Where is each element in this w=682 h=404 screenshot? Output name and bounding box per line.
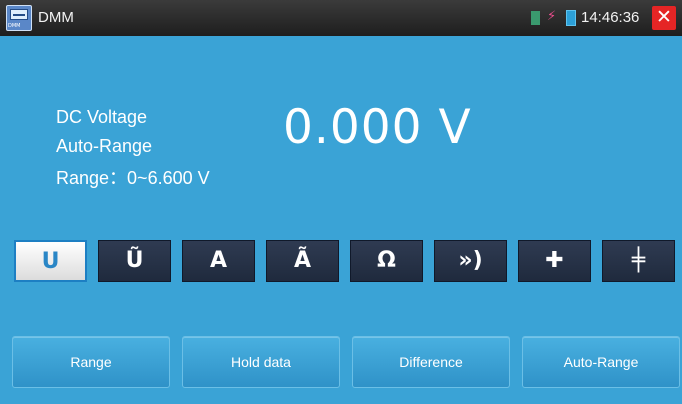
range-button[interactable]: Range	[12, 336, 170, 388]
status-bar: DMM DMM ⚡ 14:46:36 ✕	[0, 0, 682, 36]
auto-range-button[interactable]: Auto-Range	[522, 336, 680, 388]
close-button[interactable]: ✕	[652, 6, 676, 30]
range-mode-label: Auto-Range	[56, 136, 153, 156]
continuity-button[interactable]: »)	[434, 240, 507, 282]
action-button-bar: Range Hold data Difference Auto-Range	[0, 336, 682, 388]
battery-icon	[566, 10, 576, 26]
multimeter-app-icon[interactable]: DMM	[6, 5, 32, 31]
range-label: Range：0~6.600 V	[56, 168, 210, 188]
screen-graphic	[10, 9, 28, 20]
app-title: DMM	[38, 9, 74, 26]
sd-card-icon	[531, 11, 540, 25]
usb-icon: ⚡	[547, 8, 557, 23]
hold-data-button[interactable]: Hold data	[182, 336, 340, 388]
clock: 14:46:36	[581, 9, 640, 26]
ac-voltage-button[interactable]: Ũ	[98, 240, 171, 282]
reading-value: 0.000 V	[283, 100, 472, 155]
dc-voltage-button[interactable]: U	[14, 240, 87, 282]
difference-button[interactable]: Difference	[352, 336, 510, 388]
measurement-mode-label: DC Voltage	[56, 107, 148, 127]
capacitance-button[interactable]: ╪	[602, 240, 675, 282]
app-icon-tag: DMM	[8, 23, 21, 29]
dc-current-button[interactable]: A	[182, 240, 255, 282]
mode-button-bar: U Ũ A Ã Ω ») ✚ ╪	[0, 240, 682, 282]
ac-current-button[interactable]: Ã	[266, 240, 339, 282]
diode-button[interactable]: ✚	[518, 240, 591, 282]
resistance-button[interactable]: Ω	[350, 240, 423, 282]
